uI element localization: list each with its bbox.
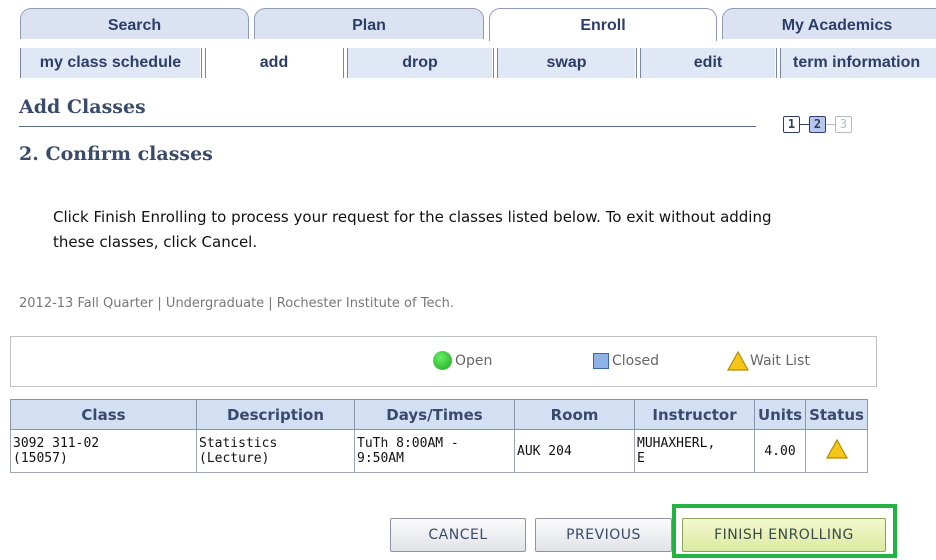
step-2-indicator: 2 — [809, 116, 826, 133]
finish-enrolling-button[interactable]: FINISH ENROLLING — [682, 518, 886, 552]
column-header-days-times: Days/Times — [354, 399, 515, 430]
subtab-term-information[interactable]: term information — [781, 48, 936, 78]
cancel-button[interactable]: CANCEL — [390, 518, 526, 552]
previous-button[interactable]: PREVIOUS — [535, 518, 672, 552]
subtab-add[interactable]: add — [206, 48, 342, 78]
status-cell — [805, 429, 868, 473]
step-1-indicator: 1 — [783, 116, 800, 133]
step-3-indicator: 3 — [835, 116, 852, 133]
sub-tab-bar: my class schedule add drop swap edit ter… — [20, 48, 936, 80]
status-legend: Open Closed Wait List — [10, 336, 877, 387]
open-status-icon — [433, 351, 452, 370]
meeting-end-time: 9:50AM — [357, 451, 404, 466]
class-id: (15057) — [13, 451, 68, 466]
table-row: 3092 311-02 (15057) Statistics (Lecture)… — [10, 429, 868, 473]
closed-status-icon — [593, 353, 609, 369]
units-value: 4.00 — [764, 443, 796, 459]
subtab-my-class-schedule[interactable]: my class schedule — [20, 48, 200, 78]
subtab-edit[interactable]: edit — [641, 48, 775, 78]
tab-plan[interactable]: Plan — [254, 8, 484, 39]
legend-open-label: Open — [455, 353, 493, 369]
meeting-days-start: TuTh 8:00AM - — [357, 436, 459, 451]
instructor-cell: MUHAXHERL, E — [634, 429, 755, 473]
days-times-cell: TuTh 8:00AM - 9:50AM — [354, 429, 515, 473]
class-cell: 3092 311-02 (15057) — [10, 429, 197, 473]
title-divider — [19, 126, 756, 127]
course-component: (Lecture) — [199, 451, 270, 466]
units-cell: 4.00 — [754, 429, 806, 473]
tab-my-academics[interactable]: My Academics — [722, 8, 936, 39]
wait-list-status-icon — [825, 438, 848, 459]
table-header-row: Class Description Days/Times Room Instru… — [10, 399, 868, 430]
classes-to-add-table: Class Description Days/Times Room Instru… — [10, 399, 868, 473]
column-header-instructor: Instructor — [634, 399, 755, 430]
subtab-swap[interactable]: swap — [498, 48, 635, 78]
column-header-class: Class — [10, 399, 197, 430]
legend-closed-label: Closed — [612, 353, 660, 369]
subtab-drop[interactable]: drop — [348, 48, 492, 78]
column-header-room: Room — [514, 399, 635, 430]
tab-search[interactable]: Search — [20, 8, 249, 39]
description-cell: Statistics (Lecture) — [196, 429, 355, 473]
course-title: Statistics — [199, 436, 278, 451]
page-title: Add Classes — [19, 96, 146, 118]
class-number: 3092 311-02 — [13, 436, 100, 451]
term-career-institution: 2012-13 Fall Quarter | Undergraduate | R… — [19, 296, 454, 311]
instructions-text: Click Finish Enrolling to process your r… — [53, 208, 772, 251]
column-header-units: Units — [754, 399, 806, 430]
room-cell: AUK 204 — [514, 429, 635, 473]
wait-list-icon — [727, 351, 749, 371]
column-header-description: Description — [196, 399, 355, 430]
main-tab-bar: Search Plan Enroll My Academics — [20, 8, 936, 41]
room-value: AUK 204 — [517, 443, 572, 459]
legend-wait-list-label: Wait List — [750, 353, 810, 369]
instructor-initial: E — [637, 451, 645, 466]
column-header-status: Status — [805, 399, 868, 430]
tab-enroll[interactable]: Enroll — [489, 8, 717, 41]
instructor-last-name: MUHAXHERL, — [637, 436, 716, 451]
step-connector — [826, 124, 835, 125]
step-subtitle: 2. Confirm classes — [19, 143, 213, 165]
step-connector — [800, 124, 809, 125]
